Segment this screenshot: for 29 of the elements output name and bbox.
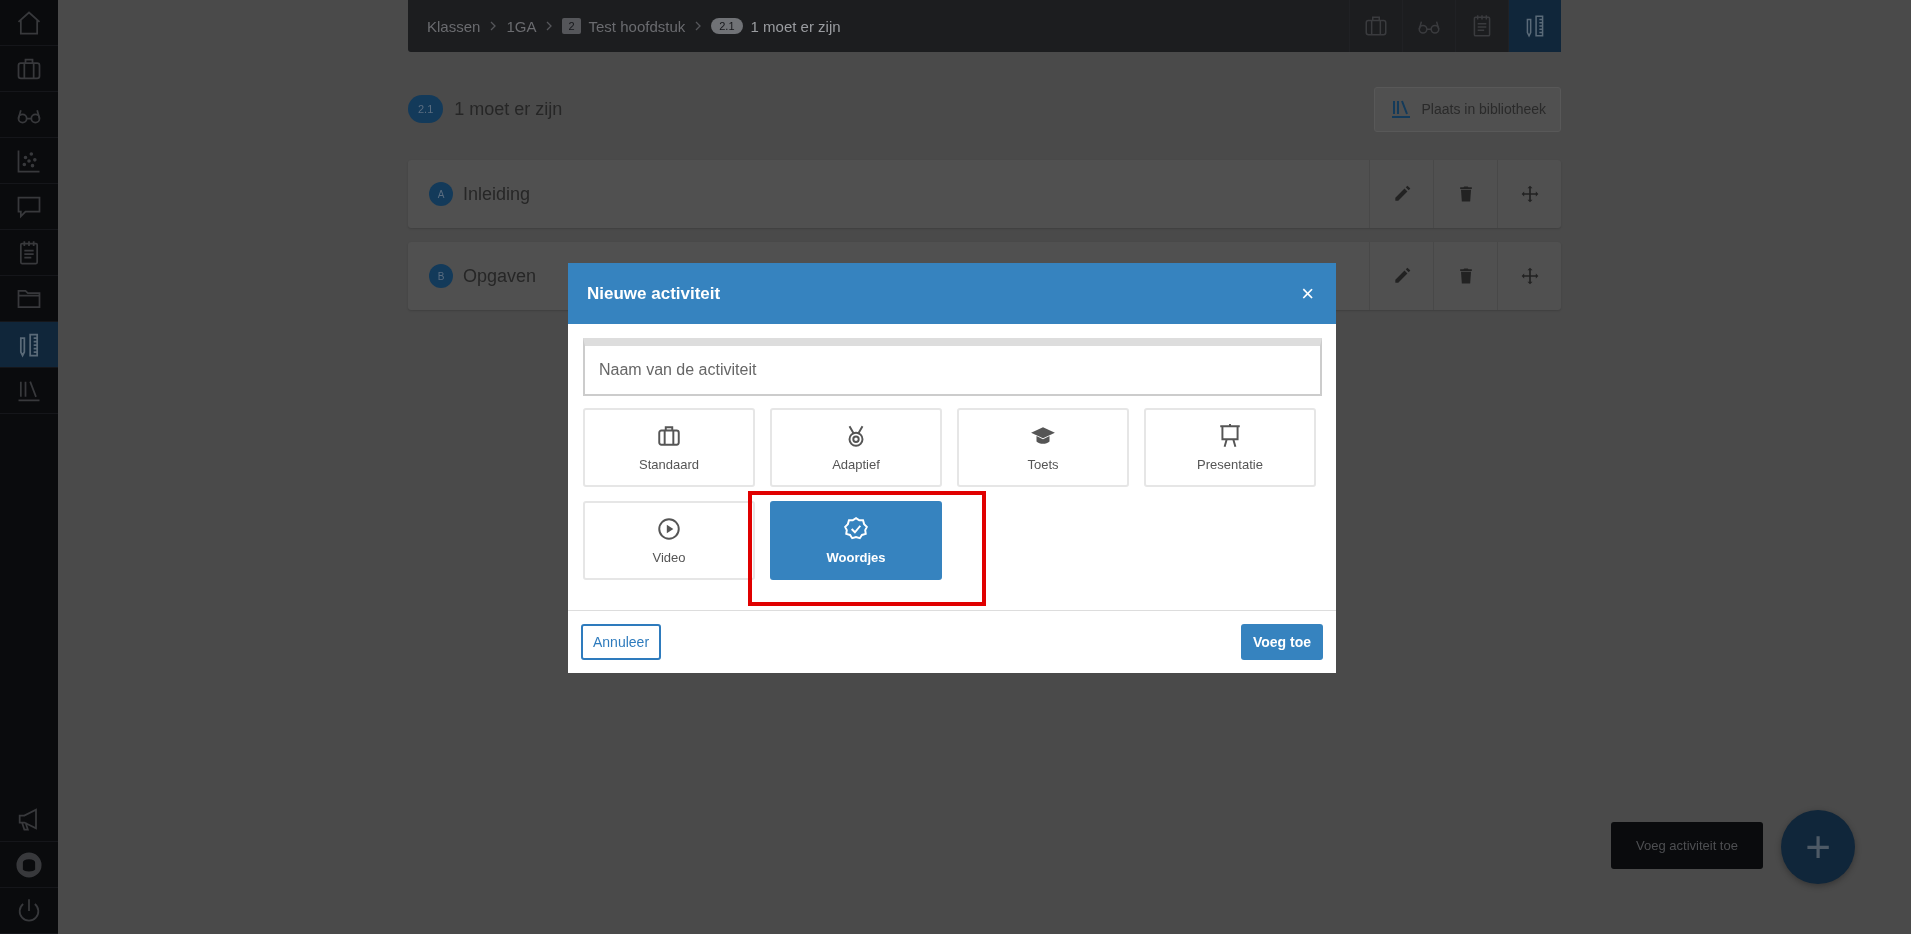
section-badge: B: [429, 264, 453, 288]
toolbar-button[interactable]: [1508, 0, 1561, 52]
badge-check-icon: [843, 516, 869, 542]
breadcrumb-link[interactable]: 1 moet er zijn: [750, 17, 841, 35]
breadcrumb-link[interactable]: Test hoofdstuk: [588, 17, 686, 35]
activity-type-tile[interactable]: Standaard: [583, 408, 755, 487]
breadcrumb-link[interactable]: 1GA: [506, 17, 537, 35]
activity-type-tile[interactable]: Presentatie: [1144, 408, 1316, 487]
dialog-title: Nieuwe activiteit: [587, 283, 721, 304]
activity-type-tile[interactable]: Toets: [957, 408, 1129, 487]
section-badge: A: [429, 182, 453, 206]
easel-icon: [1217, 423, 1243, 449]
activity-type-tile[interactable]: Woordjes: [770, 501, 942, 580]
chapter-badge: 2.1: [408, 95, 444, 123]
tooltip: Voeg activiteit toe: [1611, 822, 1763, 869]
name-input-field[interactable]: Naam van de activiteit: [583, 338, 1322, 396]
activity-type-tile[interactable]: Video: [583, 501, 755, 580]
play-circle-icon: [656, 516, 682, 542]
add-activity-button[interactable]: +: [1781, 810, 1855, 884]
move-icon: [1519, 184, 1540, 204]
activity-type-tile[interactable]: Adaptief: [770, 408, 942, 487]
briefcase-icon: [656, 423, 682, 449]
crumb-badge: 2.1: [711, 18, 743, 34]
crumb-badge: 2: [562, 18, 581, 34]
breadcrumb-link[interactable]: Klassen: [427, 17, 481, 35]
cancel-button[interactable]: Annuleer: [581, 624, 662, 660]
close-button[interactable]: ×: [1297, 280, 1318, 307]
move-icon: [1519, 266, 1540, 286]
add-button[interactable]: Voeg toe: [1240, 624, 1323, 660]
